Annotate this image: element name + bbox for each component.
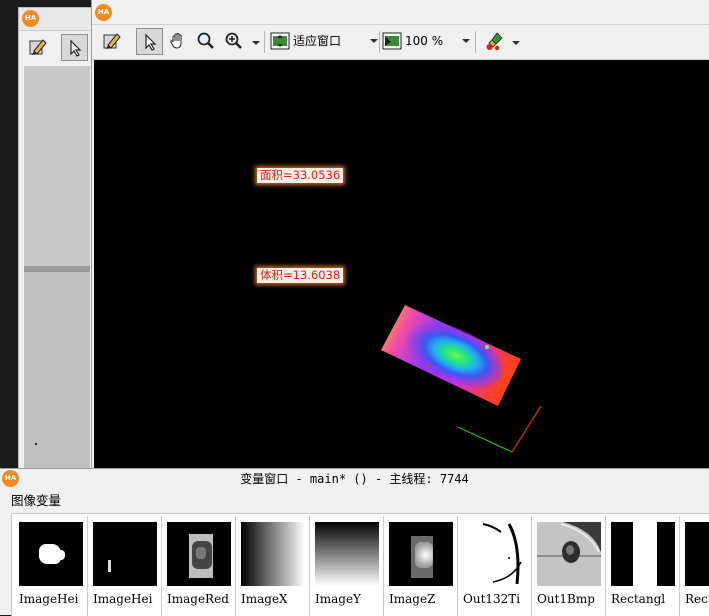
height-map-render <box>381 305 542 453</box>
zoom-percent-icon <box>382 32 402 50</box>
pencil-tool-button[interactable] <box>99 28 126 55</box>
pencil-tool-icon <box>29 39 47 55</box>
magnifier-icon <box>197 32 214 49</box>
image-canvas[interactable]: 面积=33.0536 体积=13.6038 <box>94 60 709 470</box>
pointer-tool-button[interactable] <box>136 28 163 55</box>
image-variable-thumb[interactable]: ImageZ <box>384 517 454 615</box>
main-window-titlebar[interactable]: HA <box>92 0 709 25</box>
image-variable-thumb[interactable]: Out1Bmp <box>532 517 602 615</box>
magnify-tool-button[interactable] <box>193 28 220 55</box>
thumbnail-image <box>685 522 709 586</box>
zoom-mode-dropdown[interactable]: 适应窗口 <box>270 30 378 52</box>
zoom-in-dropdown-caret[interactable] <box>252 41 260 45</box>
paint-options-button[interactable] <box>482 28 509 55</box>
secondary-window-titlebar[interactable]: HA <box>19 8 95 31</box>
thumbnail-image <box>315 522 379 586</box>
image-variable-name: Rect <box>685 592 709 606</box>
secondary-image-view[interactable] <box>24 66 90 471</box>
thumbnail-image <box>241 522 305 586</box>
image-variable-thumb[interactable]: ImageRed <box>162 517 232 615</box>
image-variables-heading: 图像变量 <box>11 493 62 508</box>
thumbnail-image <box>167 522 231 586</box>
image-variable-thumb[interactable]: ImageHei <box>88 517 158 615</box>
halcon-logo-icon: HA <box>22 10 39 27</box>
area-measurement-label: 面积=33.0536 <box>257 168 344 183</box>
paint-brush-icon <box>486 32 503 51</box>
pointer-icon <box>145 33 157 51</box>
thumbnail-image <box>463 522 527 586</box>
image-variable-list[interactable]: ImageHei ImageHei ImageRed ImageX ImageY… <box>11 513 709 616</box>
variable-window-titlebar[interactable]: HA 变量窗口 - main* () - 主线程: 7744 <box>0 469 709 489</box>
volume-measurement-label: 体积=13.6038 <box>257 268 344 283</box>
chevron-down-icon <box>370 39 378 43</box>
zoom-in-button[interactable] <box>221 28 248 55</box>
image-variable-thumb[interactable]: Rectangl <box>606 517 676 615</box>
image-variable-thumb[interactable]: ImageY <box>310 517 380 615</box>
thumbnail-image <box>19 522 83 586</box>
pencil-tool-button[interactable] <box>25 34 52 61</box>
variable-window-title: 变量窗口 - main* () - 主线程: 7744 <box>240 472 469 486</box>
pan-tool-button[interactable] <box>165 28 192 55</box>
thumbnail-image <box>389 522 453 586</box>
zoom-in-icon <box>225 32 242 49</box>
image-variable-thumb[interactable]: Rect <box>680 517 709 615</box>
image-variable-thumb[interactable]: ImageX <box>236 517 306 615</box>
thumbnail-image <box>537 522 601 586</box>
image-variable-thumb[interactable]: Out132Ti <box>458 517 528 615</box>
pointer-icon <box>70 39 82 57</box>
zoom-percent-dropdown[interactable]: 100 % <box>382 30 474 52</box>
halcon-logo-icon: HA <box>95 4 112 21</box>
secondary-graphics-window[interactable]: HA <box>18 7 96 472</box>
chevron-down-icon <box>462 39 470 43</box>
main-window-toolbar: 适应窗口 100 % <box>92 25 709 60</box>
zoom-percent-value: 100 % <box>405 34 444 48</box>
variable-window[interactable]: HA 变量窗口 - main* () - 主线程: 7744 图像变量 Imag… <box>0 468 709 616</box>
main-graphics-window[interactable]: HA 适应窗口 100 % 面积=33.0536 体积=13.6038 <box>91 0 709 470</box>
pencil-tool-icon <box>103 33 121 49</box>
fit-window-icon <box>270 32 290 50</box>
axis-x-line <box>511 405 542 453</box>
paint-dropdown-caret[interactable] <box>512 41 520 45</box>
thumbnail-image <box>93 522 157 586</box>
axis-y-line <box>457 426 513 453</box>
secondary-window-toolbar <box>19 31 95 65</box>
zoom-mode-value: 适应窗口 <box>293 34 342 48</box>
pointer-tool-button[interactable] <box>61 34 88 61</box>
hand-pan-icon <box>170 32 182 49</box>
thumbnail-image <box>611 522 675 586</box>
image-variable-thumb[interactable]: ImageHei <box>14 517 84 615</box>
